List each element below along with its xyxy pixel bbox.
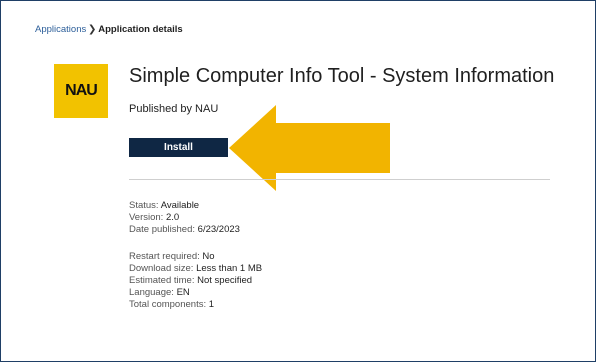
restart-value: No xyxy=(202,251,215,262)
breadcrumb-applications-link[interactable]: Applications xyxy=(35,24,86,36)
status-value: Available xyxy=(160,200,200,211)
chevron-right-icon: ❯ xyxy=(88,24,97,35)
logo-text: NAU xyxy=(65,82,98,99)
download-size-row: Download size: Less than 1 MB xyxy=(129,263,262,275)
status-details: Status: Available Version: 2.0 Date publ… xyxy=(129,200,240,236)
download-size-label: Download size: xyxy=(129,263,194,274)
language-value: EN xyxy=(176,287,190,298)
restart-label: Restart required: xyxy=(129,251,200,262)
status-label: Status: xyxy=(129,200,159,211)
date-published-row: Date published: 6/23/2023 xyxy=(129,224,240,236)
estimated-time-row: Estimated time: Not specified xyxy=(129,275,262,287)
language-label: Language: xyxy=(129,287,174,298)
total-components-value: 1 xyxy=(208,299,215,310)
total-components-row: Total components: 1 xyxy=(129,299,262,311)
version-value: 2.0 xyxy=(165,212,180,223)
breadcrumb-current: Application details xyxy=(98,24,183,35)
estimated-time-value: Not specified xyxy=(197,275,253,286)
version-label: Version: xyxy=(129,212,164,223)
date-published-label: Date published: xyxy=(129,224,196,235)
install-details: Restart required: No Download size: Less… xyxy=(129,251,262,311)
page-title: Simple Computer Info Tool - System Infor… xyxy=(129,65,555,87)
app-details-window: Applications ❯ Application details NAU S… xyxy=(0,0,596,362)
section-divider xyxy=(129,179,550,180)
total-components-label: Total components: xyxy=(129,299,207,310)
download-size-value: Less than 1 MB xyxy=(196,263,263,274)
version-row: Version: 2.0 xyxy=(129,212,240,224)
estimated-time-label: Estimated time: xyxy=(129,275,195,286)
date-published-value: 6/23/2023 xyxy=(197,224,240,235)
status-row: Status: Available xyxy=(129,200,240,212)
install-button[interactable]: Install xyxy=(129,138,228,157)
app-logo: NAU xyxy=(54,64,108,118)
restart-row: Restart required: No xyxy=(129,251,262,263)
publisher-label: Published by NAU xyxy=(129,103,219,115)
language-row: Language: EN xyxy=(129,287,262,299)
breadcrumb: Applications ❯ Application details xyxy=(35,24,183,36)
